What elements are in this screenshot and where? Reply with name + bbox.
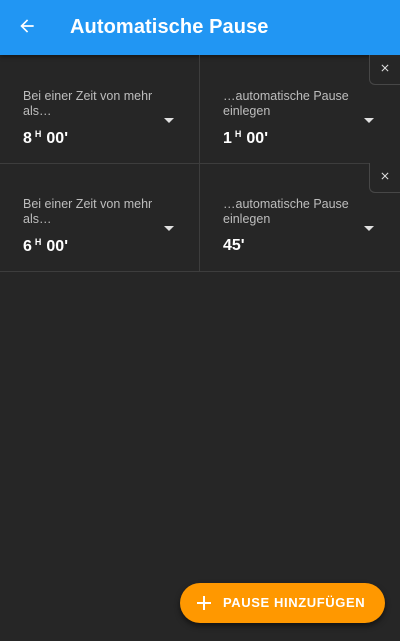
threshold-hours: 6 [23,238,32,255]
pause-minutes: 00' [246,130,269,147]
pause-rule-row: Bei einer Zeit von mehr als… 8 H 00' …auto… [0,55,400,164]
dropdown-arrow-icon[interactable] [164,226,174,231]
threshold-minutes: 00' [46,238,69,255]
pause-label: …automatische Pause einlegen [223,89,349,118]
threshold-hours: 8 [23,130,32,147]
threshold-value: 6 H 00' [23,237,68,256]
threshold-label: Bei einer Zeit von mehr als… [23,89,153,118]
page-title: Automatische Pause [70,16,269,38]
dropdown-arrow-icon[interactable] [364,226,374,231]
automatic-pause-screen: Automatische Pause Bei einer Zeit von me… [0,0,400,641]
pause-value: 1 H 00' [223,129,268,148]
threshold-minutes: 00' [46,130,69,147]
hour-unit: H [34,237,42,247]
plus-icon [196,595,212,611]
pause-hours: 1 [223,130,232,147]
back-button[interactable] [12,13,42,43]
threshold-value: 8 H 00' [23,129,68,148]
hour-unit: H [234,129,242,139]
add-pause-button[interactable]: PAUSE HINZUFÜGEN [180,583,385,623]
remove-rule-button[interactable] [369,55,400,85]
close-icon [379,169,391,187]
threshold-label: Bei einer Zeit von mehr als… [23,197,153,226]
close-icon [379,61,391,79]
pause-rule-row: Bei einer Zeit von mehr als… 6 H 00' …auto… [0,163,400,272]
pause-value: 45' [223,237,245,254]
app-bar: Automatische Pause [0,0,400,55]
dropdown-arrow-icon[interactable] [164,118,174,123]
dropdown-arrow-icon[interactable] [364,118,374,123]
hour-unit: H [34,129,42,139]
threshold-dropdown[interactable]: Bei einer Zeit von mehr als… 6 H 00' [0,163,200,271]
add-pause-label: PAUSE HINZUFÜGEN [223,595,366,610]
pause-label: …automatische Pause einlegen [223,197,349,226]
arrow-back-icon [17,16,37,41]
threshold-dropdown[interactable]: Bei einer Zeit von mehr als… 8 H 00' [0,55,200,163]
remove-rule-button[interactable] [369,163,400,193]
